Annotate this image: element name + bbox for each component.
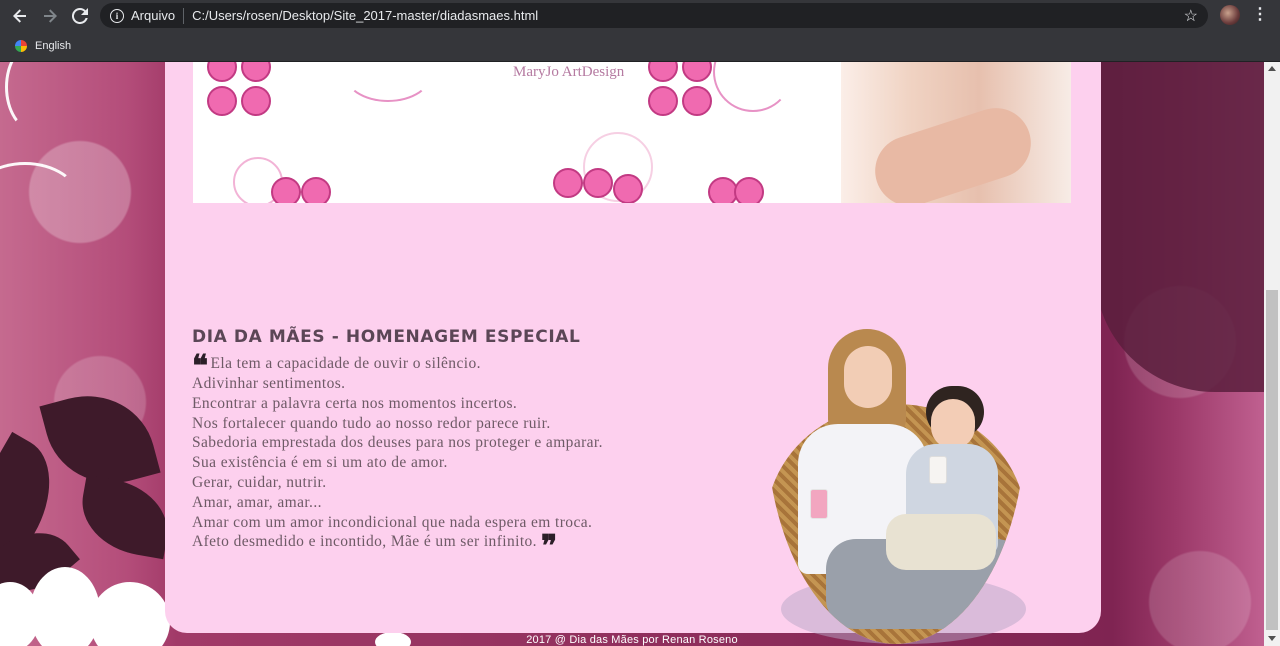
header-banner: MaryJo ArtDesign	[193, 62, 1071, 203]
banner-flower	[271, 177, 341, 203]
info-icon[interactable]: i	[110, 8, 124, 23]
poem-line: Encontrar a palavra certa nos momentos i…	[192, 394, 518, 412]
forward-button[interactable]	[35, 0, 65, 31]
arrow-right-icon	[44, 8, 57, 23]
scroll-up-arrow-icon[interactable]	[1268, 66, 1276, 71]
mother-child-photo	[761, 324, 1031, 646]
content-card: MaryJo ArtDesign DIA DA MÃES - HOMENAGEM…	[165, 62, 1101, 644]
milk-glass	[929, 456, 947, 484]
page-viewport: MaryJo ArtDesign DIA DA MÃES - HOMENAGEM…	[0, 62, 1264, 646]
bookmark-item-english[interactable]: English	[35, 40, 71, 52]
woman-silhouette	[1095, 62, 1264, 392]
page-heading: DIA DA MÃES - HOMENAGEM ESPECIAL	[192, 327, 581, 347]
milk-glass	[810, 489, 828, 519]
banner-flower	[648, 62, 718, 122]
reload-icon	[72, 7, 88, 24]
child-shorts	[886, 514, 996, 570]
page-footer: 2017 @ Dia das Mães por Renan Roseno	[526, 634, 738, 646]
close-quote-icon: ❞	[540, 529, 558, 565]
photo-illustration	[766, 324, 1026, 644]
url-text[interactable]: C:/Users/rosen/Desktop/Site_2017-master/…	[192, 8, 538, 23]
poem-line: Sabedoria emprestada dos deuses para nos…	[192, 434, 603, 452]
kebab-menu-icon[interactable]: ⋮	[1252, 3, 1268, 27]
poem-line: Amar, amar, amar...	[192, 493, 322, 511]
poem-line: ❝ Ela tem a capacidade de ouvir o silênci…	[192, 349, 481, 384]
banner-swirl	[343, 62, 433, 102]
star-icon[interactable]: ☆	[1184, 6, 1198, 26]
poem-line: Nos fortalecer quando tudo ao nosso redo…	[192, 414, 551, 432]
banner-flower	[553, 168, 643, 203]
bookmarks-bar: English	[0, 31, 1280, 62]
banner-flower	[207, 62, 277, 122]
poem-line: Gerar, cuidar, nutrir.	[192, 473, 327, 491]
background-swirl	[5, 62, 65, 132]
background-swirl	[0, 162, 80, 237]
scheme-label: Arquivo	[131, 8, 176, 23]
address-bar[interactable]: i Arquivo C:/Users/rosen/Desktop/Site_20…	[100, 3, 1208, 28]
bookmark-favicon-icon	[15, 40, 27, 52]
omnibox-separator	[183, 7, 185, 24]
poem-line: Amar com um amor incondicional que nada …	[192, 513, 593, 531]
scroll-down-arrow-icon[interactable]	[1268, 636, 1276, 641]
banner-swirl	[713, 62, 793, 112]
mother-face	[844, 346, 892, 408]
poem-line: Adivinhar sentimentos.	[192, 375, 346, 392]
profile-avatar[interactable]	[1220, 5, 1240, 25]
poem-line: Sua existência é em si um ato de amor.	[192, 454, 448, 472]
scroll-thumb[interactable]	[1266, 290, 1278, 630]
poem-line: Afeto desmedido e incontido, Mãe é um se…	[192, 529, 558, 565]
banner-flower	[708, 177, 778, 203]
poem-text: ❝ Ela tem a capacidade de ouvir o silênci…	[192, 349, 712, 565]
banner-credit: MaryJo ArtDesign	[513, 64, 625, 80]
reload-button[interactable]	[65, 0, 95, 31]
browser-toolbar: i Arquivo C:/Users/rosen/Desktop/Site_20…	[0, 0, 1280, 31]
arrow-left-icon	[13, 8, 26, 23]
vertical-scrollbar[interactable]	[1264, 62, 1280, 646]
child-face	[931, 399, 975, 449]
back-button[interactable]	[5, 0, 35, 31]
dark-leaf	[74, 474, 176, 560]
